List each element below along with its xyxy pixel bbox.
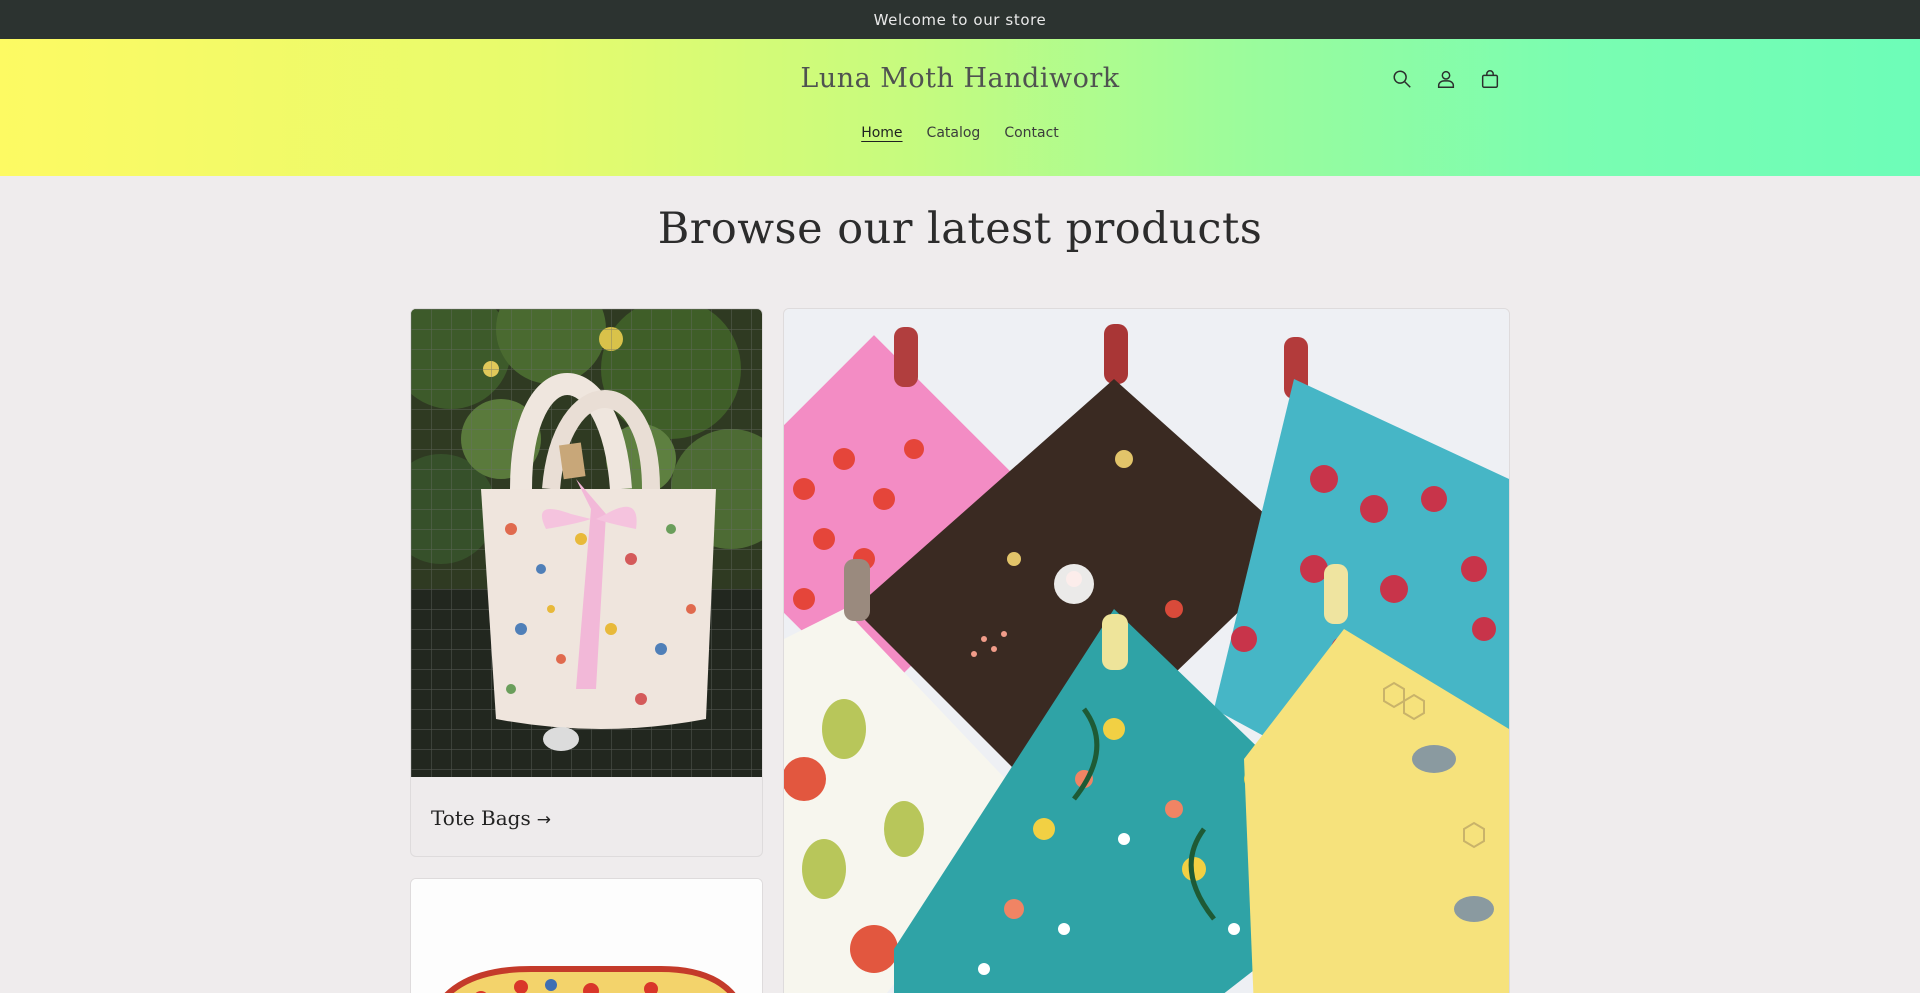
account-icon[interactable]	[1434, 67, 1458, 91]
site-header: Luna Moth Handiwork Home Catalog Contact	[0, 39, 1920, 176]
store-logo[interactable]: Luna Moth Handiwork	[0, 63, 1920, 94]
main-nav: Home Catalog Contact	[0, 125, 1920, 141]
card-title-tote-bags[interactable]: Tote Bags →	[431, 806, 551, 830]
collection-card-featured[interactable]	[783, 308, 1510, 993]
arrow-right-icon: →	[536, 810, 551, 830]
card-title-text: Tote Bags	[431, 806, 531, 830]
pouch-image	[411, 879, 762, 993]
tote-bag-image	[411, 309, 762, 777]
announcement-text: Welcome to our store	[873, 10, 1047, 29]
announcement-bar: Welcome to our store	[0, 0, 1920, 39]
nav-contact[interactable]: Contact	[1004, 125, 1058, 141]
cart-icon[interactable]	[1478, 67, 1502, 91]
nav-home[interactable]: Home	[861, 125, 902, 141]
pot-holders-image	[784, 309, 1509, 993]
nav-catalog[interactable]: Catalog	[927, 125, 981, 141]
section-title: Browse our latest products	[657, 204, 1263, 254]
collection-card-tote-bags[interactable]: Tote Bags →	[410, 308, 763, 857]
search-icon[interactable]	[1390, 67, 1414, 91]
collection-card-pouches[interactable]	[410, 878, 763, 993]
header-icons	[1390, 67, 1502, 91]
